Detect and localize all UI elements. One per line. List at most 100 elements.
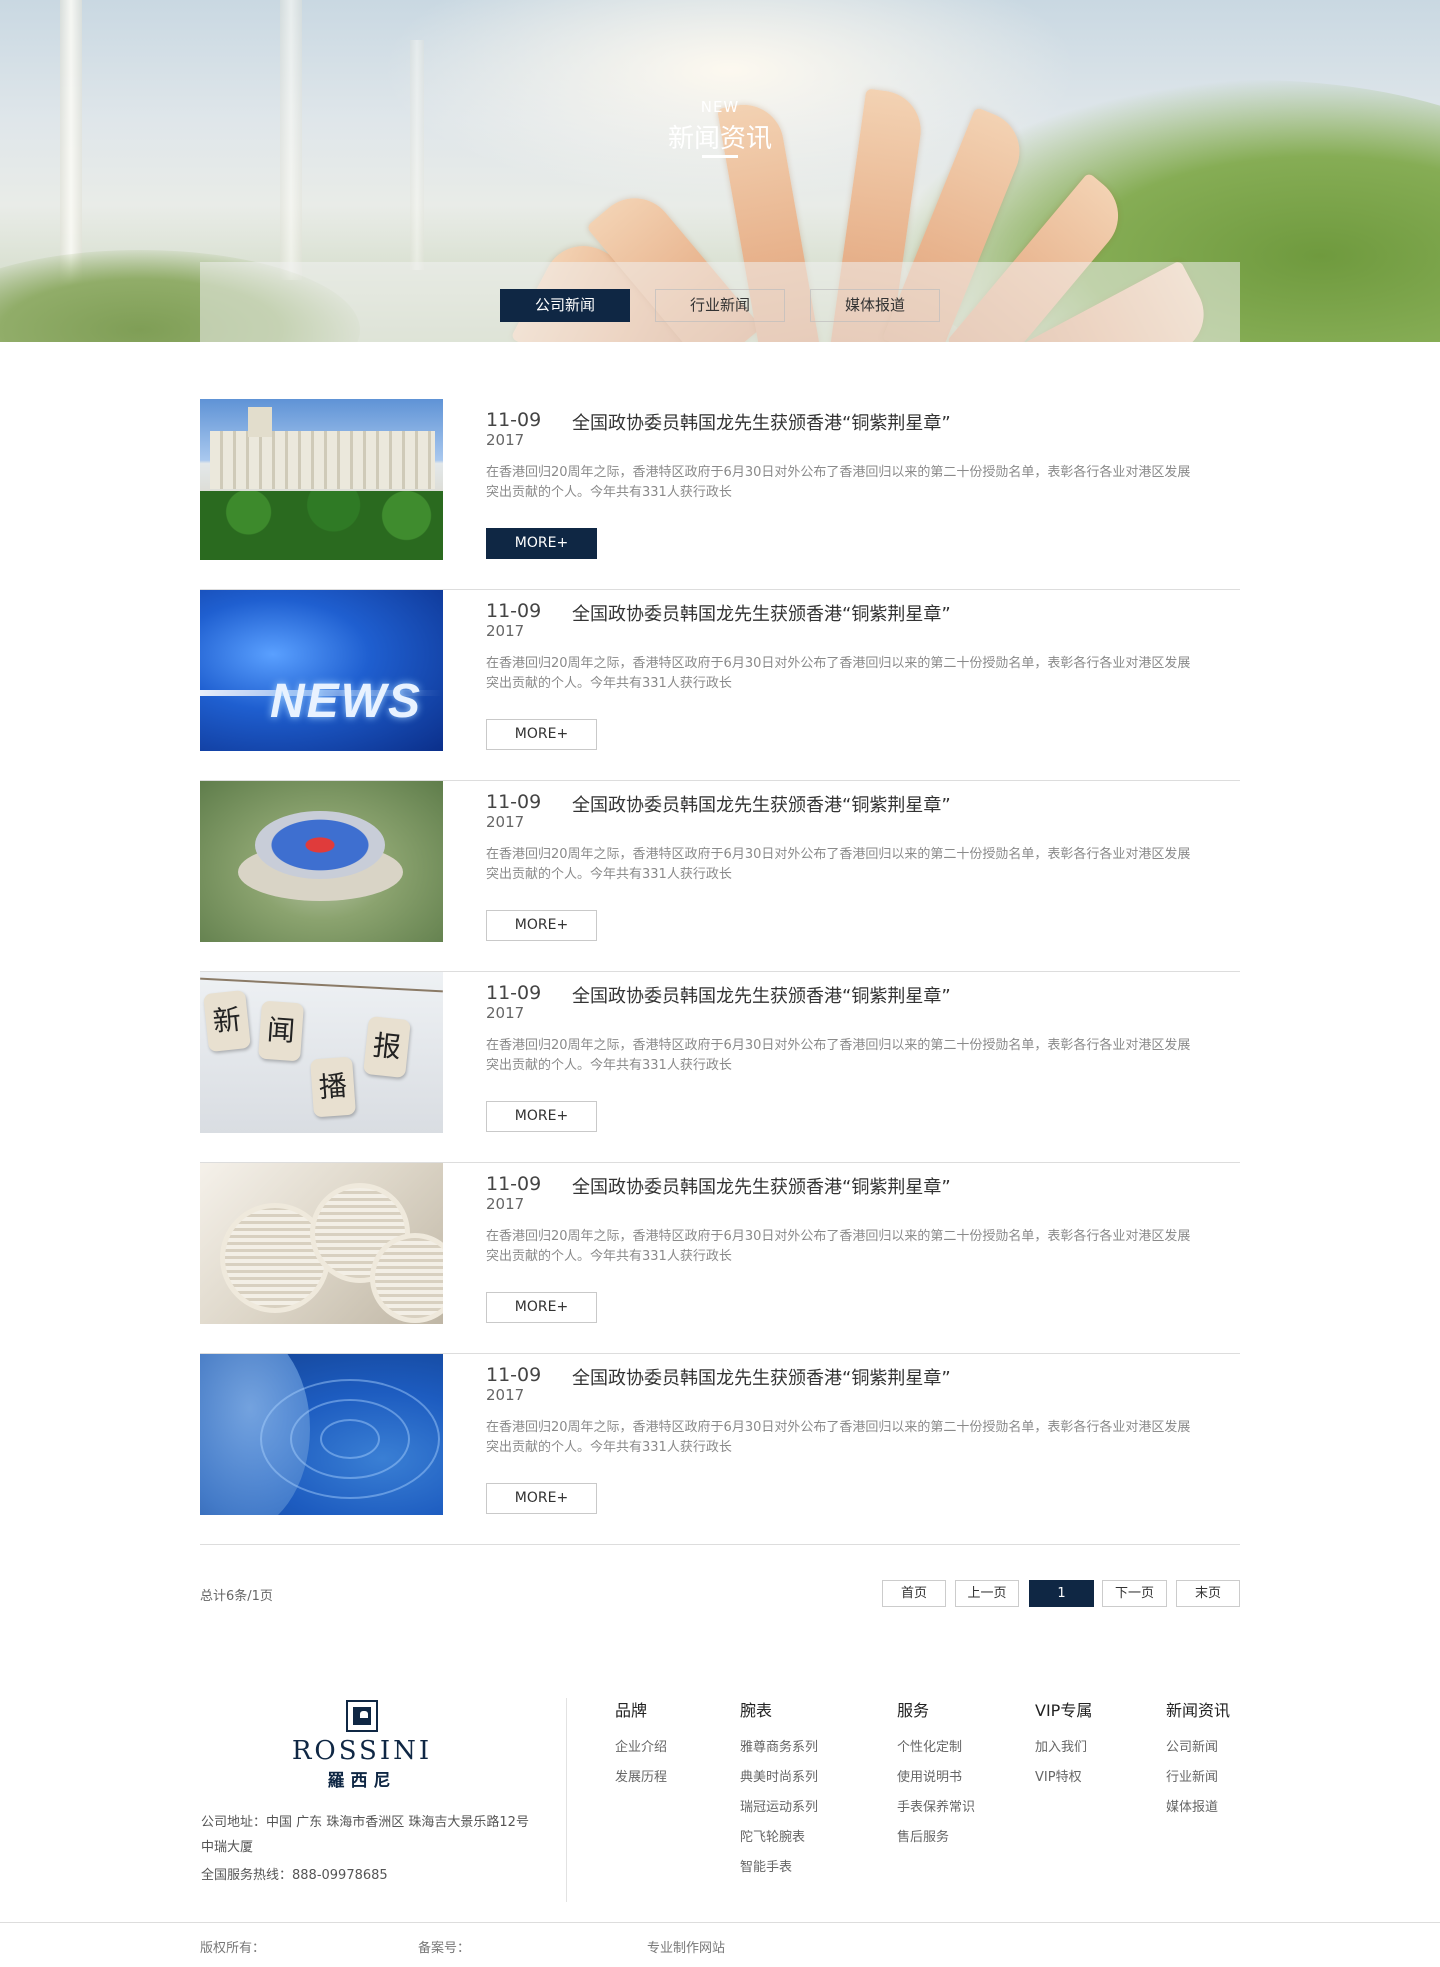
footer-link[interactable]: 公司新闻	[1166, 1733, 1230, 1763]
news-date: 11-09	[486, 409, 542, 431]
news-summary: 在香港回归20周年之际，香港特区政府于6月30日对外公布了香港回归以来的第二十份…	[486, 1420, 1191, 1455]
footer-column-title: 服务	[897, 1701, 930, 1720]
thumbnail-tower	[248, 407, 272, 437]
news-title[interactable]: 全国政协委员韩国龙先生获颁香港“铜紫荆星章”	[572, 982, 951, 1008]
news-thumbnail[interactable]	[200, 1354, 443, 1515]
thumbnail-tag: 播	[310, 1056, 356, 1118]
footer-column-watches: 腕表 雅尊商务系列 典美时尚系列 瑞冠运动系列 陀飞轮腕表 智能手表	[740, 1697, 818, 1883]
more-button[interactable]: MORE+	[486, 719, 597, 750]
news-year: 2017	[486, 431, 525, 449]
news-thumbnail[interactable]: 新 闻 播 报	[200, 972, 443, 1133]
next-page-button[interactable]: 下一页	[1102, 1580, 1167, 1607]
news-title[interactable]: 全国政协委员韩国龙先生获颁香港“铜紫荆星章”	[572, 600, 951, 626]
more-button[interactable]: MORE+	[486, 528, 597, 559]
last-page-button[interactable]: 末页	[1176, 1580, 1240, 1607]
footer-column-title: 品牌	[615, 1701, 648, 1720]
hero-banner: NEW 新闻资讯 公司新闻 行业新闻 媒体报道	[0, 0, 1440, 342]
footer-link[interactable]: 陀飞轮腕表	[740, 1823, 818, 1853]
icp-record-text: 备案号：	[418, 1941, 471, 1956]
first-page-button[interactable]: 首页	[882, 1580, 946, 1607]
footer-link[interactable]: 发展历程	[615, 1763, 667, 1793]
news-year: 2017	[486, 1195, 525, 1213]
page-number-button[interactable]: 1	[1029, 1580, 1094, 1607]
more-button[interactable]: MORE+	[486, 1292, 597, 1323]
news-thumbnail[interactable]	[200, 781, 443, 942]
thumbnail-stadium-roof	[255, 811, 385, 879]
news-thumbnail[interactable]	[200, 399, 443, 560]
brand-logo-chinese: 羅西尼	[327, 1771, 397, 1791]
news-summary: 在香港回归20周年之际，香港特区政府于6月30日对外公布了香港回归以来的第二十份…	[486, 1229, 1191, 1264]
news-date: 11-09	[486, 791, 542, 813]
news-item: NEWS 11-09 2017 全国政协委员韩国龙先生获颁香港“铜紫荆星章” 在…	[200, 590, 1240, 781]
news-title[interactable]: 全国政协委员韩国龙先生获颁香港“铜紫荆星章”	[572, 791, 951, 817]
footer-link[interactable]: 使用说明书	[897, 1763, 975, 1793]
thumbnail-trees	[200, 491, 443, 560]
more-button[interactable]: MORE+	[486, 910, 597, 941]
tab-company-news[interactable]: 公司新闻	[500, 289, 630, 322]
copyright-text: 版权所有：	[200, 1941, 266, 1956]
news-summary: 在香港回归20周年之际，香港特区政府于6月30日对外公布了香港回归以来的第二十份…	[486, 465, 1191, 500]
brand-logo-icon[interactable]	[346, 1700, 378, 1732]
footer-link[interactable]: 手表保养常识	[897, 1793, 975, 1823]
footer-divider	[566, 1698, 567, 1902]
footer-column-brand: 品牌 企业介绍 发展历程	[615, 1697, 667, 1793]
news-thumbnail[interactable]: NEWS	[200, 590, 443, 751]
thumbnail-building	[210, 431, 435, 489]
tab-media-reports[interactable]: 媒体报道	[810, 289, 940, 322]
footer-column-title: 腕表	[740, 1701, 773, 1720]
banner-title-en: NEW	[700, 98, 740, 116]
news-date: 11-09	[486, 600, 542, 622]
footer-column-vip: VIP专属 加入我们 VIP特权	[1035, 1697, 1092, 1793]
logo-mark-cutout	[360, 1711, 368, 1718]
news-date: 11-09	[486, 1173, 542, 1195]
footer-column-title: VIP专属	[1035, 1701, 1093, 1720]
news-year: 2017	[486, 1004, 525, 1022]
news-thumbnail[interactable]	[200, 1163, 443, 1324]
news-year: 2017	[486, 622, 525, 640]
thumbnail-tag: 新	[203, 989, 251, 1053]
thumbnail-news-text: NEWS	[270, 675, 422, 728]
footer-link[interactable]: 个性化定制	[897, 1733, 975, 1763]
news-title[interactable]: 全国政协委员韩国龙先生获颁香港“铜紫荆星章”	[572, 1173, 951, 1199]
news-item: 11-09 2017 全国政协委员韩国龙先生获颁香港“铜紫荆星章” 在香港回归2…	[200, 1163, 1240, 1354]
news-summary: 在香港回归20周年之际，香港特区政府于6月30日对外公布了香港回归以来的第二十份…	[486, 656, 1191, 691]
footer-link[interactable]: 雅尊商务系列	[740, 1733, 818, 1763]
footer-link[interactable]: 智能手表	[740, 1853, 818, 1883]
footer-link[interactable]: 加入我们	[1035, 1733, 1092, 1763]
news-year: 2017	[486, 1386, 525, 1404]
footer-link[interactable]: 瑞冠运动系列	[740, 1793, 818, 1823]
footer-link[interactable]: 售后服务	[897, 1823, 975, 1853]
thumbnail-tag: 报	[363, 1015, 411, 1079]
more-button[interactable]: MORE+	[486, 1483, 597, 1514]
footer-column-title: 新闻资讯	[1166, 1701, 1231, 1720]
news-date: 11-09	[486, 982, 542, 1004]
news-item: 11-09 2017 全国政协委员韩国龙先生获颁香港“铜紫荆星章” 在香港回归2…	[200, 781, 1240, 972]
banner-title: 新闻资讯	[667, 124, 772, 154]
footer-link[interactable]: VIP特权	[1035, 1763, 1092, 1793]
news-summary: 在香港回归20周年之际，香港特区政府于6月30日对外公布了香港回归以来的第二十份…	[486, 1038, 1191, 1073]
footer-link[interactable]: 行业新闻	[1166, 1763, 1230, 1793]
company-address: 公司地址：中国 广东 珠海市香洲区 珠海吉大景乐路12号中瑞大厦	[201, 1815, 529, 1855]
prev-page-button[interactable]: 上一页	[955, 1580, 1019, 1607]
thumbnail-tag: 闻	[258, 1000, 304, 1062]
thumbnail-ring	[260, 1379, 440, 1499]
news-item: 11-09 2017 全国政协委员韩国龙先生获颁香港“铜紫荆星章” 在香港回归2…	[200, 1354, 1240, 1545]
more-button[interactable]: MORE+	[486, 1101, 597, 1132]
news-title[interactable]: 全国政协委员韩国龙先生获颁香港“铜紫荆星章”	[572, 1364, 951, 1390]
banner-underline	[702, 155, 738, 158]
footer-link[interactable]: 企业介绍	[615, 1733, 667, 1763]
footer-link[interactable]: 媒体报道	[1166, 1793, 1230, 1823]
news-list: 11-09 2017 全国政协委员韩国龙先生获颁香港“铜紫荆星章” 在香港回归2…	[200, 399, 1240, 1545]
tab-industry-news[interactable]: 行业新闻	[655, 289, 785, 322]
category-tabs: 公司新闻 行业新闻 媒体报道	[200, 262, 1240, 342]
footer-link[interactable]: 典美时尚系列	[740, 1763, 818, 1793]
news-date: 11-09	[486, 1364, 542, 1386]
banner-pole	[410, 40, 424, 270]
news-item: 新 闻 播 报 11-09 2017 全国政协委员韩国龙先生获颁香港“铜紫荆星章…	[200, 972, 1240, 1163]
service-hotline: 全国服务热线：888-09978685	[201, 1868, 388, 1883]
footer-column-news: 新闻资讯 公司新闻 行业新闻 媒体报道	[1166, 1697, 1230, 1823]
footer-bottom-divider	[0, 1922, 1440, 1923]
news-title[interactable]: 全国政协委员韩国龙先生获颁香港“铜紫荆星章”	[572, 409, 951, 435]
news-summary: 在香港回归20周年之际，香港特区政府于6月30日对外公布了香港回归以来的第二十份…	[486, 847, 1191, 882]
site-maker-link[interactable]: 专业制作网站	[647, 1937, 725, 1956]
